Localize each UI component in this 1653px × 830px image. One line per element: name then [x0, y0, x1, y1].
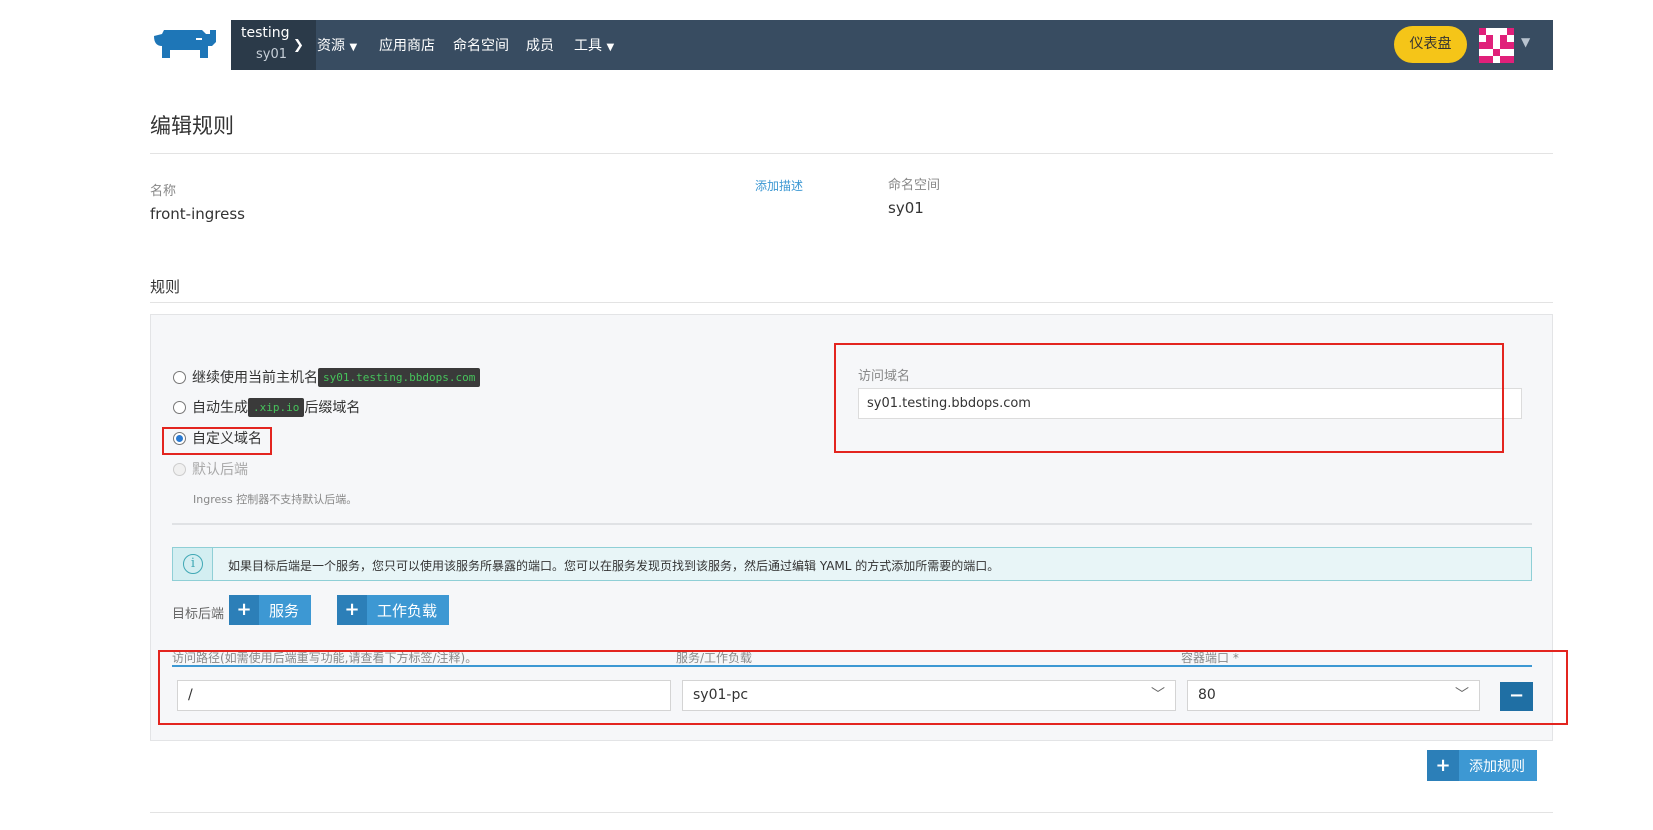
nav-app-store[interactable]: 应用商店: [379, 35, 435, 55]
plus-icon: +: [337, 595, 367, 625]
xip-suffix-code: .xip.io: [248, 397, 305, 417]
radio-button-disabled: [173, 462, 186, 476]
option-default-backend: 默认后端: [173, 459, 248, 479]
divider: [172, 523, 1532, 525]
plus-icon: +: [229, 595, 259, 625]
target-backend-label: 目标后端: [172, 607, 225, 622]
info-banner: i 如果目标后端是一个服务，您只可以使用该服务所暴露的端口。您可以在服务发现页找…: [172, 547, 1532, 581]
add-description-link[interactable]: 添加描述: [755, 177, 803, 194]
info-icon: i: [183, 554, 203, 574]
namespace-value: sy01: [888, 199, 924, 217]
info-text: 如果目标后端是一个服务，您只可以使用该服务所暴露的端口。您可以在服务发现页找到该…: [228, 559, 1000, 573]
cluster-project-switcher[interactable]: testing sy01 ❯: [231, 20, 316, 70]
rancher-logo-icon[interactable]: [150, 26, 218, 62]
highlight-box-rule-row: [158, 650, 1568, 725]
nav-resources[interactable]: 资源 ▼: [317, 35, 357, 55]
divider: [150, 812, 1553, 813]
name-label: 名称: [150, 184, 177, 199]
nav-members[interactable]: 成员: [526, 35, 554, 55]
default-backend-hint: Ingress 控制器不支持默认后端。: [193, 493, 358, 506]
chevron-down-icon: ▼: [349, 42, 358, 53]
radio-button[interactable]: [173, 400, 186, 414]
namespace-label: 命名空间: [888, 178, 941, 193]
option-auto-generate[interactable]: 自动生成 .xip.io 后缀域名: [173, 397, 360, 417]
chevron-down-icon: ▼: [606, 42, 615, 53]
nav-tools[interactable]: 工具 ▼: [574, 35, 614, 55]
dashboard-button[interactable]: 仪表盘: [1394, 26, 1467, 63]
add-service-button[interactable]: + 服务: [229, 595, 312, 625]
page-title: 编辑规则: [150, 114, 234, 138]
name-value: front-ingress: [150, 205, 245, 223]
add-rule-button[interactable]: + 添加规则: [1427, 750, 1537, 781]
radio-button[interactable]: [173, 370, 186, 384]
user-avatar[interactable]: [1479, 28, 1514, 63]
nav-namespaces[interactable]: 命名空间: [453, 35, 509, 55]
current-hostname-code: sy01.testing.bbdops.com: [318, 367, 481, 387]
chevron-down-icon: ❯: [293, 38, 304, 53]
chevron-down-icon[interactable]: ▼: [1521, 35, 1530, 49]
project-name: sy01: [256, 47, 288, 62]
top-navigation-bar: testing sy01 ❯ 资源 ▼ 应用商店 命名空间 成员 工具 ▼ 仪表…: [231, 20, 1553, 70]
divider: [150, 153, 1553, 154]
highlight-box-custom-domain: [162, 427, 272, 455]
plus-icon: +: [1427, 750, 1459, 781]
option-current-hostname[interactable]: 继续使用当前主机名 sy01.testing.bbdops.com: [173, 367, 481, 387]
add-workload-button[interactable]: + 工作负载: [337, 595, 450, 625]
rules-section-title: 规则: [150, 278, 181, 296]
cluster-name: testing: [241, 25, 290, 41]
divider: [150, 302, 1553, 303]
highlight-box-domain-input: [834, 343, 1504, 453]
